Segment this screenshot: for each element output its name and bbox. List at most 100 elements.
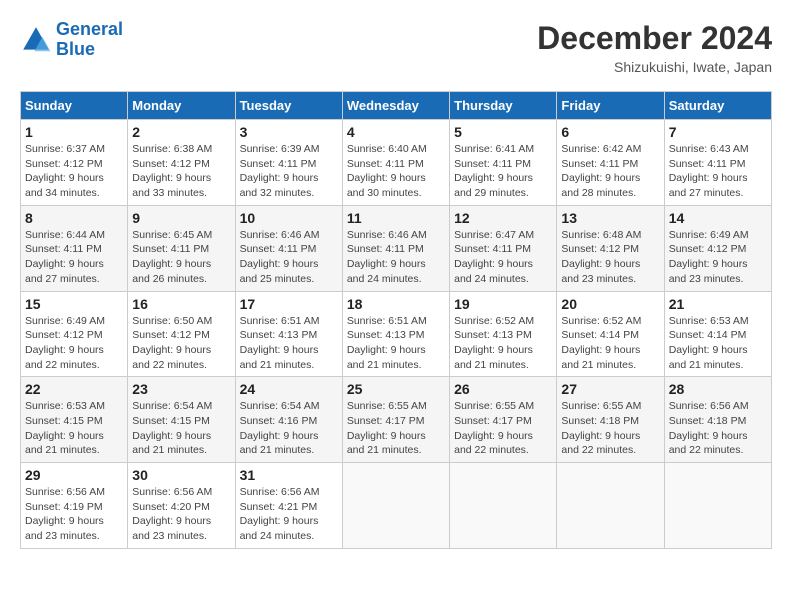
day-number: 30 <box>132 467 230 483</box>
day-detail: Sunrise: 6:51 AMSunset: 4:13 PMDaylight:… <box>347 314 445 373</box>
day-detail: Sunrise: 6:50 AMSunset: 4:12 PMDaylight:… <box>132 314 230 373</box>
calendar-cell: 23 Sunrise: 6:54 AMSunset: 4:15 PMDaylig… <box>128 377 235 463</box>
day-detail: Sunrise: 6:38 AMSunset: 4:12 PMDaylight:… <box>132 142 230 201</box>
calendar-cell: 12 Sunrise: 6:47 AMSunset: 4:11 PMDaylig… <box>450 205 557 291</box>
calendar-cell: 1 Sunrise: 6:37 AMSunset: 4:12 PMDayligh… <box>21 120 128 206</box>
day-number: 6 <box>561 124 659 140</box>
day-number: 27 <box>561 381 659 397</box>
day-detail: Sunrise: 6:46 AMSunset: 4:11 PMDaylight:… <box>240 228 338 287</box>
day-number: 1 <box>25 124 123 140</box>
calendar-cell: 28 Sunrise: 6:56 AMSunset: 4:18 PMDaylig… <box>664 377 771 463</box>
day-detail: Sunrise: 6:40 AMSunset: 4:11 PMDaylight:… <box>347 142 445 201</box>
day-detail: Sunrise: 6:56 AMSunset: 4:18 PMDaylight:… <box>669 399 767 458</box>
day-detail: Sunrise: 6:56 AMSunset: 4:20 PMDaylight:… <box>132 485 230 544</box>
day-detail: Sunrise: 6:53 AMSunset: 4:15 PMDaylight:… <box>25 399 123 458</box>
day-detail: Sunrise: 6:39 AMSunset: 4:11 PMDaylight:… <box>240 142 338 201</box>
day-detail: Sunrise: 6:47 AMSunset: 4:11 PMDaylight:… <box>454 228 552 287</box>
week-row-1: 1 Sunrise: 6:37 AMSunset: 4:12 PMDayligh… <box>21 120 772 206</box>
calendar-cell: 24 Sunrise: 6:54 AMSunset: 4:16 PMDaylig… <box>235 377 342 463</box>
calendar-cell <box>557 463 664 549</box>
calendar-cell: 18 Sunrise: 6:51 AMSunset: 4:13 PMDaylig… <box>342 291 449 377</box>
day-number: 29 <box>25 467 123 483</box>
calendar-cell: 4 Sunrise: 6:40 AMSunset: 4:11 PMDayligh… <box>342 120 449 206</box>
logo-icon <box>20 24 52 56</box>
day-detail: Sunrise: 6:48 AMSunset: 4:12 PMDaylight:… <box>561 228 659 287</box>
logo-line1: General <box>56 19 123 39</box>
calendar-cell: 16 Sunrise: 6:50 AMSunset: 4:12 PMDaylig… <box>128 291 235 377</box>
weekday-friday: Friday <box>557 92 664 120</box>
day-detail: Sunrise: 6:53 AMSunset: 4:14 PMDaylight:… <box>669 314 767 373</box>
day-detail: Sunrise: 6:41 AMSunset: 4:11 PMDaylight:… <box>454 142 552 201</box>
day-detail: Sunrise: 6:37 AMSunset: 4:12 PMDaylight:… <box>25 142 123 201</box>
day-number: 24 <box>240 381 338 397</box>
day-detail: Sunrise: 6:56 AMSunset: 4:19 PMDaylight:… <box>25 485 123 544</box>
day-detail: Sunrise: 6:55 AMSunset: 4:17 PMDaylight:… <box>347 399 445 458</box>
page-header: General Blue December 2024 Shizukuishi, … <box>20 20 772 75</box>
calendar-cell: 2 Sunrise: 6:38 AMSunset: 4:12 PMDayligh… <box>128 120 235 206</box>
weekday-wednesday: Wednesday <box>342 92 449 120</box>
day-number: 28 <box>669 381 767 397</box>
calendar-cell: 14 Sunrise: 6:49 AMSunset: 4:12 PMDaylig… <box>664 205 771 291</box>
day-number: 9 <box>132 210 230 226</box>
day-number: 19 <box>454 296 552 312</box>
location: Shizukuishi, Iwate, Japan <box>537 59 772 75</box>
calendar-cell: 31 Sunrise: 6:56 AMSunset: 4:21 PMDaylig… <box>235 463 342 549</box>
calendar-cell: 13 Sunrise: 6:48 AMSunset: 4:12 PMDaylig… <box>557 205 664 291</box>
calendar-cell: 9 Sunrise: 6:45 AMSunset: 4:11 PMDayligh… <box>128 205 235 291</box>
month-title: December 2024 <box>537 20 772 57</box>
day-number: 8 <box>25 210 123 226</box>
calendar-cell: 10 Sunrise: 6:46 AMSunset: 4:11 PMDaylig… <box>235 205 342 291</box>
calendar-cell: 25 Sunrise: 6:55 AMSunset: 4:17 PMDaylig… <box>342 377 449 463</box>
calendar-cell: 5 Sunrise: 6:41 AMSunset: 4:11 PMDayligh… <box>450 120 557 206</box>
calendar-cell: 6 Sunrise: 6:42 AMSunset: 4:11 PMDayligh… <box>557 120 664 206</box>
calendar-body: 1 Sunrise: 6:37 AMSunset: 4:12 PMDayligh… <box>21 120 772 549</box>
day-detail: Sunrise: 6:42 AMSunset: 4:11 PMDaylight:… <box>561 142 659 201</box>
calendar-cell: 29 Sunrise: 6:56 AMSunset: 4:19 PMDaylig… <box>21 463 128 549</box>
calendar-cell <box>450 463 557 549</box>
weekday-sunday: Sunday <box>21 92 128 120</box>
calendar-cell: 30 Sunrise: 6:56 AMSunset: 4:20 PMDaylig… <box>128 463 235 549</box>
day-detail: Sunrise: 6:55 AMSunset: 4:17 PMDaylight:… <box>454 399 552 458</box>
weekday-header-row: SundayMondayTuesdayWednesdayThursdayFrid… <box>21 92 772 120</box>
calendar-cell: 11 Sunrise: 6:46 AMSunset: 4:11 PMDaylig… <box>342 205 449 291</box>
calendar-cell: 3 Sunrise: 6:39 AMSunset: 4:11 PMDayligh… <box>235 120 342 206</box>
day-detail: Sunrise: 6:51 AMSunset: 4:13 PMDaylight:… <box>240 314 338 373</box>
day-number: 11 <box>347 210 445 226</box>
day-number: 10 <box>240 210 338 226</box>
calendar-cell: 17 Sunrise: 6:51 AMSunset: 4:13 PMDaylig… <box>235 291 342 377</box>
calendar-cell: 26 Sunrise: 6:55 AMSunset: 4:17 PMDaylig… <box>450 377 557 463</box>
day-number: 23 <box>132 381 230 397</box>
calendar-cell: 19 Sunrise: 6:52 AMSunset: 4:13 PMDaylig… <box>450 291 557 377</box>
day-detail: Sunrise: 6:45 AMSunset: 4:11 PMDaylight:… <box>132 228 230 287</box>
day-number: 4 <box>347 124 445 140</box>
day-number: 3 <box>240 124 338 140</box>
day-detail: Sunrise: 6:54 AMSunset: 4:16 PMDaylight:… <box>240 399 338 458</box>
weekday-saturday: Saturday <box>664 92 771 120</box>
day-detail: Sunrise: 6:43 AMSunset: 4:11 PMDaylight:… <box>669 142 767 201</box>
calendar-cell: 21 Sunrise: 6:53 AMSunset: 4:14 PMDaylig… <box>664 291 771 377</box>
day-number: 16 <box>132 296 230 312</box>
calendar-cell: 27 Sunrise: 6:55 AMSunset: 4:18 PMDaylig… <box>557 377 664 463</box>
calendar-cell <box>664 463 771 549</box>
day-detail: Sunrise: 6:52 AMSunset: 4:14 PMDaylight:… <box>561 314 659 373</box>
day-number: 5 <box>454 124 552 140</box>
calendar-cell: 22 Sunrise: 6:53 AMSunset: 4:15 PMDaylig… <box>21 377 128 463</box>
calendar-cell: 15 Sunrise: 6:49 AMSunset: 4:12 PMDaylig… <box>21 291 128 377</box>
calendar-cell: 20 Sunrise: 6:52 AMSunset: 4:14 PMDaylig… <box>557 291 664 377</box>
day-detail: Sunrise: 6:49 AMSunset: 4:12 PMDaylight:… <box>669 228 767 287</box>
day-number: 21 <box>669 296 767 312</box>
day-detail: Sunrise: 6:55 AMSunset: 4:18 PMDaylight:… <box>561 399 659 458</box>
week-row-3: 15 Sunrise: 6:49 AMSunset: 4:12 PMDaylig… <box>21 291 772 377</box>
calendar-table: SundayMondayTuesdayWednesdayThursdayFrid… <box>20 91 772 549</box>
day-number: 20 <box>561 296 659 312</box>
weekday-thursday: Thursday <box>450 92 557 120</box>
day-detail: Sunrise: 6:46 AMSunset: 4:11 PMDaylight:… <box>347 228 445 287</box>
day-number: 22 <box>25 381 123 397</box>
day-number: 26 <box>454 381 552 397</box>
calendar-cell: 7 Sunrise: 6:43 AMSunset: 4:11 PMDayligh… <box>664 120 771 206</box>
logo: General Blue <box>20 20 123 60</box>
day-number: 12 <box>454 210 552 226</box>
calendar-cell <box>342 463 449 549</box>
calendar-cell: 8 Sunrise: 6:44 AMSunset: 4:11 PMDayligh… <box>21 205 128 291</box>
day-number: 17 <box>240 296 338 312</box>
